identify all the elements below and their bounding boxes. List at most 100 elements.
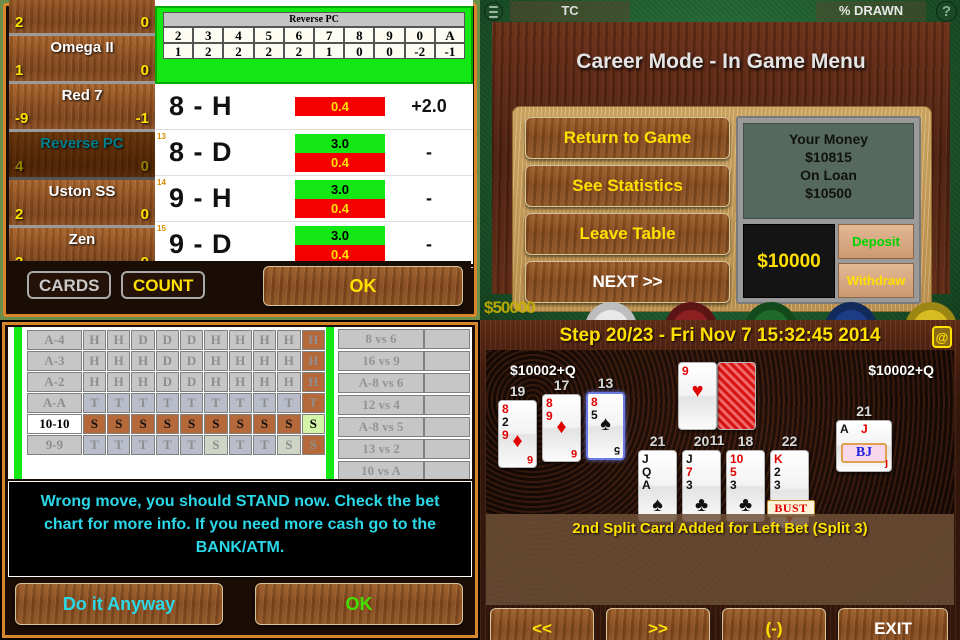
chart-cell: H (228, 330, 252, 350)
count-value: 1 (314, 43, 345, 59)
chart-right-marker (326, 327, 334, 479)
warning-message: Wrong move, you should STAND now. Check … (8, 481, 472, 577)
deviation-label: A-8 vs 6 (338, 373, 424, 393)
count-card: 5 (253, 27, 284, 43)
counting-frame: 2 0 Omega II 1 0 Red 7 -9 -1 Reverse PC … (3, 0, 477, 317)
player-hand[interactable]: 20 J 7 3 ♣ 3 (682, 433, 721, 536)
leave-table-button[interactable]: Leave Table (525, 213, 730, 255)
card-rank: 3 (730, 478, 737, 492)
exit-button[interactable]: EXIT (838, 608, 948, 640)
count-value: 2 (223, 43, 254, 59)
player-hand[interactable]: 18 10 5 3 ♣ 3 (726, 433, 765, 536)
hand-end-value: - (426, 234, 432, 254)
deviations-list[interactable]: 8 vs 6 16 vs 9 A-8 vs 6 12 vs 4 A-8 vs 5… (338, 329, 470, 479)
count-value: 2 (253, 43, 284, 59)
help-icon[interactable]: ? (936, 1, 957, 22)
ok-button[interactable]: OK (255, 583, 463, 625)
chart-cell: H (228, 372, 252, 392)
count-button[interactable]: COUNT (121, 271, 206, 299)
deviation-label: 13 vs 2 (338, 439, 424, 459)
hand-row[interactable]: 8 - H 0.4 +2.0 (155, 84, 473, 130)
chart-cell: S (179, 414, 204, 434)
chart-cell: T (131, 393, 155, 413)
deposit-button[interactable]: Deposit (838, 224, 914, 259)
count-card: 8 (344, 27, 375, 43)
hand-end-value: - (426, 188, 432, 208)
system-row-uston-ss[interactable]: Uston SS 2 0 (9, 180, 155, 228)
player-hand[interactable]: 21 J Q A ♠ A (638, 433, 677, 536)
deviation-label: 8 vs 6 (338, 329, 424, 349)
hamburger-menu-icon[interactable] (484, 2, 503, 21)
card-rank: 5 (730, 465, 737, 479)
count-card: 9 (374, 27, 405, 43)
chart-cell: S (252, 414, 277, 434)
hand-bars: 3.0 0.4 (295, 133, 385, 172)
chip-tray[interactable] (480, 302, 960, 320)
system-row[interactable]: 2 0 (9, 0, 155, 36)
prev-step-button[interactable]: << (490, 608, 594, 640)
count-value: 0 (374, 43, 405, 59)
deviation-value (424, 417, 470, 437)
on-loan-label: On Loan (800, 167, 857, 183)
basic-strategy-chart[interactable]: A-4 H H D D D H H H H H A-3 H H H D D H … (8, 327, 472, 479)
system-row-red-7[interactable]: Red 7 -9 -1 (9, 84, 155, 132)
career-menu-inner: Return to Game See Statistics Leave Tabl… (512, 106, 932, 312)
chart-row-highlighted: 10-10 S S S S S S S S S S (27, 414, 325, 434)
card-rank: K (774, 452, 783, 466)
return-to-game-button[interactable]: Return to Game (525, 117, 730, 159)
chart-cell: T (155, 435, 179, 455)
card-rank: 9 (682, 364, 689, 378)
cards-button[interactable]: CARDS (27, 271, 112, 299)
see-statistics-button[interactable]: See Statistics (525, 165, 730, 207)
count-value: 0 (344, 43, 375, 59)
deviation-value (424, 439, 470, 459)
counting-body: 2 0 Omega II 1 0 Red 7 -9 -1 Reverse PC … (9, 0, 473, 276)
chart-cell-current: S (301, 414, 325, 434)
at-sign-icon[interactable]: @ (932, 326, 952, 348)
deviation-row: 8 vs 6 (338, 329, 470, 349)
player-hand-active[interactable]: 13 8 5 ♠ 5 (586, 375, 625, 460)
money-summary: Your Money $10815 On Loan $10500 (743, 123, 914, 219)
chart-row-label: A-4 (27, 330, 82, 350)
chart-cell: T (131, 435, 155, 455)
chart-cell: H (131, 372, 155, 392)
hand-row[interactable]: 13 8 - D 3.0 0.4 - (155, 130, 473, 176)
deviation-label: 12 vs 4 (338, 395, 424, 415)
ok-button[interactable]: OK (263, 266, 463, 306)
next-button[interactable]: NEXT >> (525, 261, 730, 303)
hand-results-pane: Reverse PC 21 32 42 52 62 71 80 90 0-2 (155, 0, 473, 268)
money-panel: Your Money $10815 On Loan $10500 $10000 … (736, 116, 921, 304)
hand-row[interactable]: 14 9 - H 3.0 0.4 - (155, 176, 473, 222)
next-step-button[interactable]: >> (606, 608, 710, 640)
chart-cell: T (82, 393, 107, 413)
do-it-anyway-button[interactable]: Do it Anyway (15, 583, 223, 625)
chart-cell: H (301, 372, 325, 392)
withdraw-button[interactable]: Withdraw (838, 263, 914, 298)
system-row-omega-ii[interactable]: Omega II 1 0 (9, 36, 155, 84)
dealer-hole-card (717, 362, 756, 430)
count-card: 6 (283, 27, 315, 43)
hand-bar-red: 0.4 (295, 97, 385, 116)
system-row-reverse-pc[interactable]: Reverse PC 4 0 (9, 132, 155, 180)
system-right-value: -1 (135, 110, 149, 127)
player-hand[interactable]: 19 8 2 9 ♦ 6 (498, 383, 537, 468)
hand-label: 8 - D (169, 137, 233, 167)
deviation-label: 10 vs A (338, 461, 424, 479)
hand-end-value: - (426, 142, 432, 162)
deviation-row: 10 vs A (338, 461, 470, 479)
chart-cell: H (82, 330, 107, 350)
hand-bar-green: 3.0 (295, 225, 385, 245)
minus-button[interactable]: (-) (722, 608, 826, 640)
bet-label-right: $10002+Q (868, 362, 934, 378)
percent-drawn-display[interactable]: % DRAWN (816, 1, 926, 21)
chart-row: A-2 H H H D D H H H H H (27, 372, 325, 392)
player-hand[interactable]: 17 8 9 ♦ 6 (542, 377, 581, 462)
system-left-value: 4 (15, 158, 24, 175)
atm-amount-display[interactable]: $10000 (743, 224, 835, 298)
count-value: 1 (163, 43, 194, 59)
chart-cell: T (107, 435, 131, 455)
chart-cell: H (107, 372, 131, 392)
true-count-display[interactable]: TC (510, 1, 630, 21)
chart-cell: H (252, 330, 277, 350)
blackjack-hand[interactable]: 21 A J BJ ſ (836, 403, 892, 472)
